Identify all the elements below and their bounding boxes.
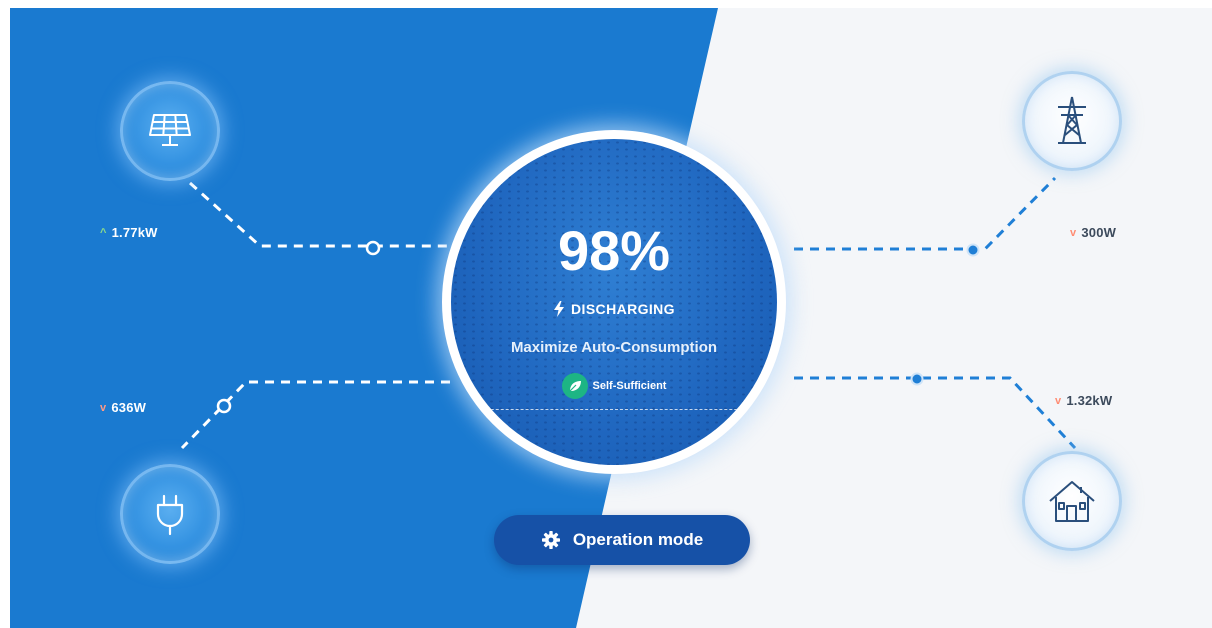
home-flow-line xyxy=(794,376,1077,450)
consumption-value: 636W xyxy=(111,400,147,415)
battery-status-circle[interactable]: 98% DISCHARGING Maximize Auto-Consumptio… xyxy=(442,130,786,474)
grid-value: 300W xyxy=(1081,225,1117,240)
operation-mode-button[interactable]: Operation mode xyxy=(494,515,750,565)
operation-mode-label: Operation mode xyxy=(572,530,704,549)
consumption-node[interactable] xyxy=(120,464,220,564)
solar-panel-icon xyxy=(149,114,191,146)
grid-node[interactable] xyxy=(1022,71,1122,171)
energy-dashboard: ^ 1.77kW v 636W v 300W v 1.32kW 98% DISC… xyxy=(10,8,1212,628)
home-value: 1.32kW xyxy=(1066,393,1113,408)
solar-flow-node xyxy=(365,240,381,256)
solar-reading: ^ 1.77kW xyxy=(100,225,158,240)
house-icon xyxy=(1049,481,1095,522)
consumption-flow-line xyxy=(180,380,450,450)
leaf-icon xyxy=(561,373,588,399)
solar-flow-line xyxy=(188,181,450,248)
consumption-reading: v 636W xyxy=(100,400,146,415)
grid-flow-line xyxy=(794,176,1057,251)
solar-value: 1.77kW xyxy=(111,225,158,240)
home-flow-node xyxy=(910,372,924,386)
arrow-down-icon: v xyxy=(1055,394,1062,407)
self-sufficient-badge: Self-Sufficient xyxy=(451,373,777,399)
battery-inner: 98% DISCHARGING Maximize Auto-Consumptio… xyxy=(451,139,777,465)
arrow-up-icon: ^ xyxy=(100,226,107,239)
consumption-flow-node xyxy=(216,398,232,414)
home-node[interactable] xyxy=(1022,451,1122,551)
battery-level-line xyxy=(451,409,777,410)
plug-icon xyxy=(156,494,184,536)
battery-percentage: 98% xyxy=(557,219,671,282)
grid-flow-node xyxy=(966,243,980,257)
home-reading: v 1.32kW xyxy=(1055,393,1112,408)
arrow-down-icon: v xyxy=(100,401,107,414)
badge-label: Self-Sufficient xyxy=(592,380,667,392)
mode-label: Maximize Auto-Consumption xyxy=(510,339,718,356)
status-label: DISCHARGING xyxy=(571,301,675,317)
battery-status: DISCHARGING xyxy=(451,301,777,317)
gear-icon xyxy=(541,531,560,549)
power-tower-icon xyxy=(1058,96,1086,144)
arrow-down-icon: v xyxy=(1070,226,1077,239)
grid-reading: v 300W xyxy=(1070,225,1116,240)
solar-node[interactable] xyxy=(120,81,220,181)
lightning-icon xyxy=(554,301,565,317)
